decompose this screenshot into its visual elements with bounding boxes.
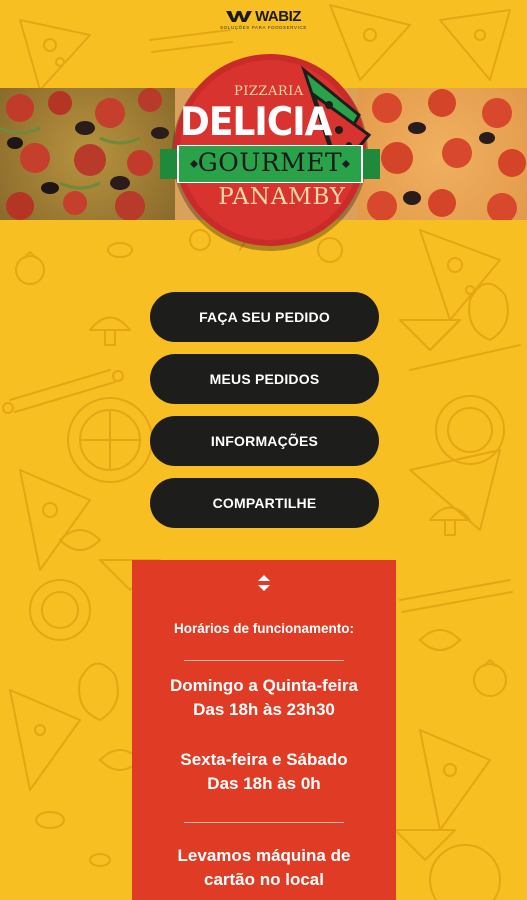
make-order-button[interactable]: FAÇA SEU PEDIDO xyxy=(150,292,379,342)
restaurant-logo: PIZZARIA DELICIA GOURMET PANAMBY xyxy=(154,50,386,256)
pizza-image-left xyxy=(0,88,175,220)
main-menu: FAÇA SEU PEDIDO MEUS PEDIDOS INFORMAÇÕES… xyxy=(150,292,379,540)
brand-header: WABIZ SOLUÇÕES PARA FOODSERVICE xyxy=(0,8,527,30)
divider xyxy=(184,822,344,823)
logo-gourmet-text: GOURMET xyxy=(197,148,343,177)
share-button[interactable]: COMPARTILHE xyxy=(150,478,379,528)
divider xyxy=(184,660,344,661)
opening-hours-card: Horários de funcionamento: Domingo a Qui… xyxy=(132,560,396,900)
opening-hours-heading: Horários de funcionamento: xyxy=(173,621,354,636)
brand-tagline: SOLUÇÕES PARA FOODSERVICE xyxy=(220,25,307,30)
information-button[interactable]: INFORMAÇÕES xyxy=(150,416,379,466)
card-machine-note-line-1: Levamos máquina de xyxy=(177,846,351,865)
brand-name: WABIZ xyxy=(255,8,301,25)
schedule-2-days: Sexta-feira e Sábado xyxy=(180,750,348,769)
logo-panamby-text: PANAMBY xyxy=(218,184,346,210)
card-machine-note-line-2: cartão no local xyxy=(204,870,324,889)
schedule-1-hours: Das 18h às 23h30 xyxy=(193,700,335,719)
brand-title: WABIZ xyxy=(0,8,527,26)
logo-pizzaria-text: PIZZARIA xyxy=(234,84,304,99)
schedule-1-days: Domingo a Quinta-feira xyxy=(170,676,358,695)
wabiz-logo-icon xyxy=(226,11,253,22)
logo-delicia-text: DELICIA xyxy=(180,100,332,145)
my-orders-button[interactable]: MEUS PEDIDOS xyxy=(150,354,379,404)
schedule-2-hours: Das 18h às 0h xyxy=(207,774,321,793)
expand-collapse-icon[interactable] xyxy=(256,573,272,593)
